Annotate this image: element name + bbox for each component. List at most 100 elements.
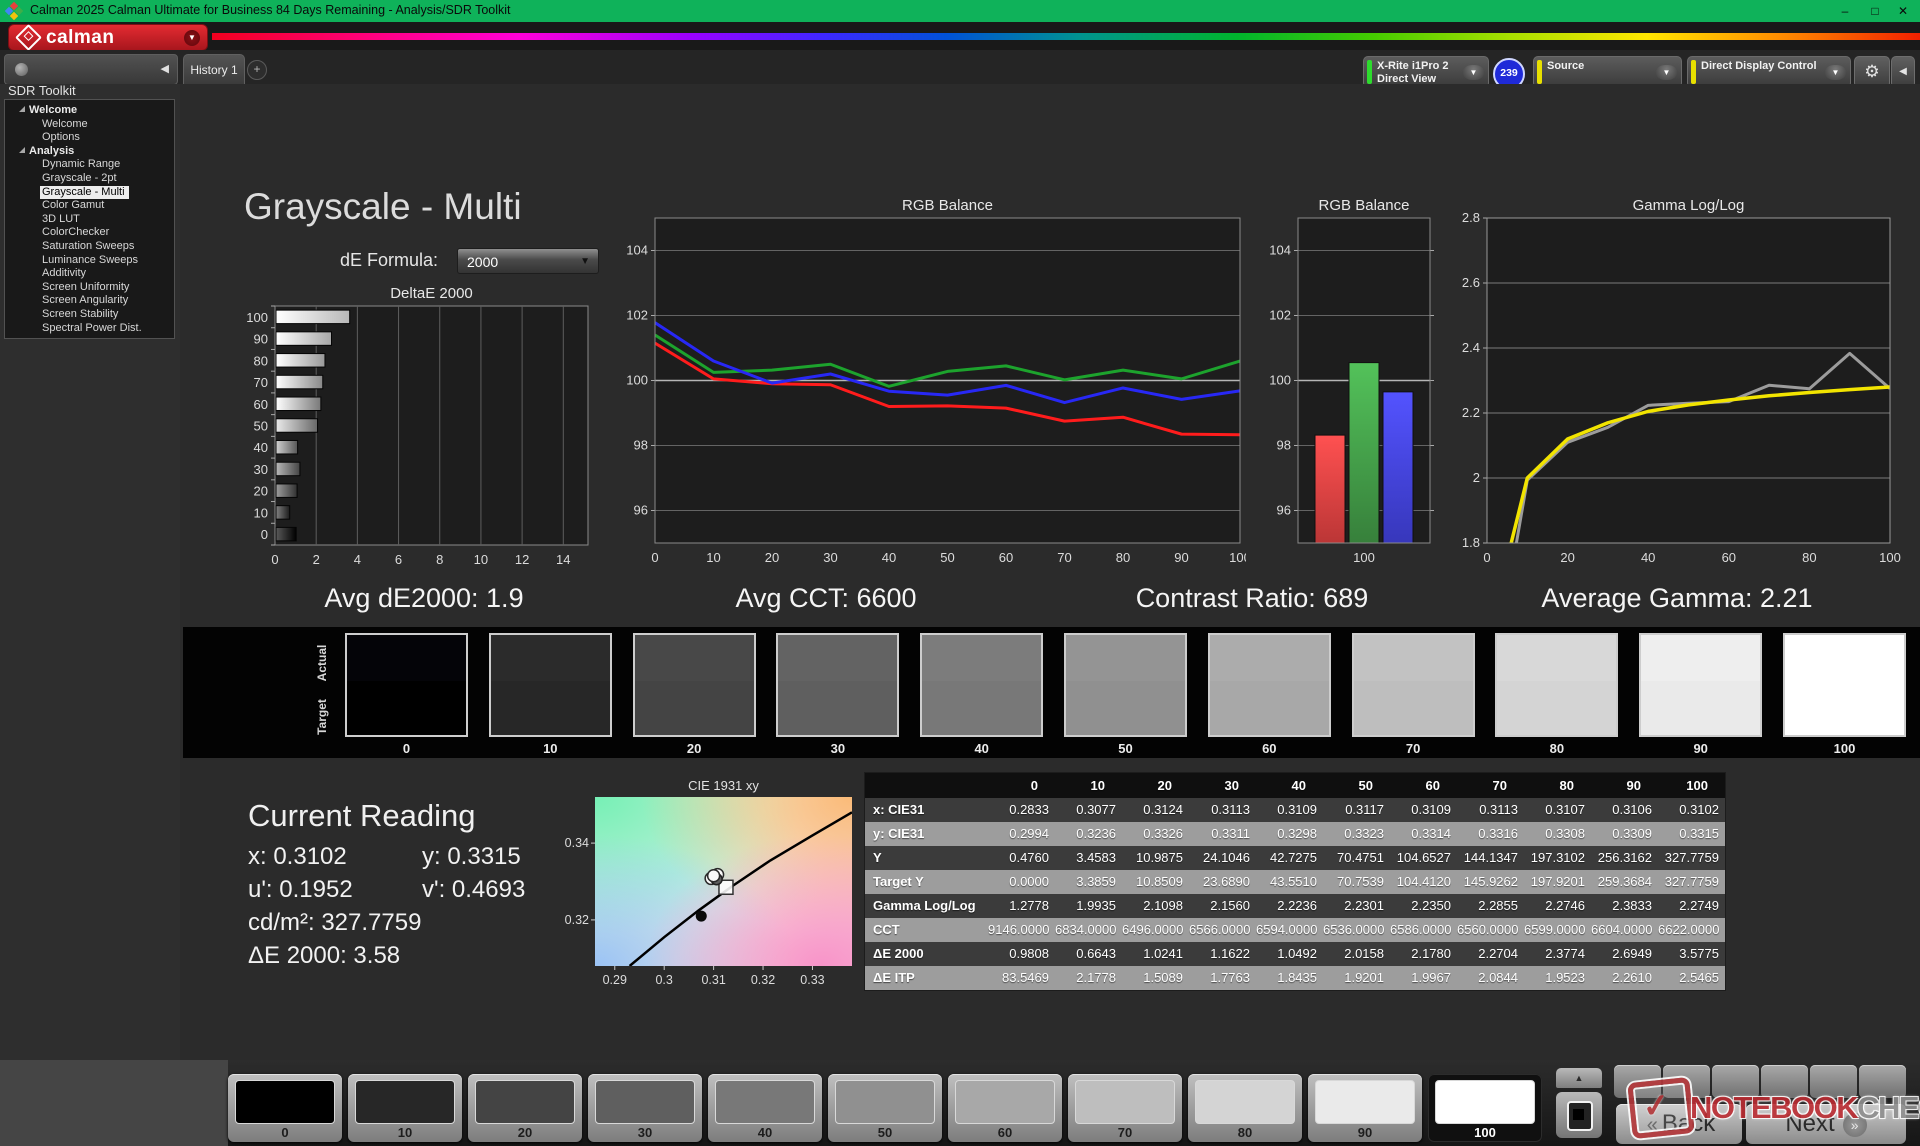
table-cell: 43.5510 xyxy=(1256,870,1323,894)
sidebar-item-dynamic-range[interactable]: Dynamic Range xyxy=(5,158,174,172)
sidebar-item-welcome[interactable]: Welcome xyxy=(5,118,174,132)
svg-text:40: 40 xyxy=(882,550,896,565)
calman-menu-button[interactable]: calman ▼ xyxy=(8,24,208,51)
sidebar-item-welcome[interactable]: Welcome xyxy=(5,104,174,118)
patch-button-10[interactable]: 10 xyxy=(348,1074,462,1142)
patch-button-50[interactable]: 50 xyxy=(828,1074,942,1142)
sidebar-item-colorchecker[interactable]: ColorChecker xyxy=(5,226,174,240)
sidebar-item-3d-lut[interactable]: 3D LUT xyxy=(5,213,174,227)
aux-button-5[interactable] xyxy=(1810,1065,1857,1098)
sidebar-item-color-gamut[interactable]: Color Gamut xyxy=(5,199,174,213)
table-cell: 0.3113 xyxy=(1457,798,1524,822)
patch-button-30[interactable]: 30 xyxy=(588,1074,702,1142)
sidebar-item-screen-angularity[interactable]: Screen Angularity xyxy=(5,294,174,308)
back-button[interactable]: «Back xyxy=(1616,1104,1742,1144)
de-formula-select[interactable]: 2000 ▼ xyxy=(457,248,599,274)
sidebar-item-options[interactable]: Options xyxy=(5,131,174,145)
tree-expand-icon[interactable] xyxy=(19,147,25,153)
current-reading-title: Current Reading xyxy=(248,798,475,834)
calman-app-window: Calman 2025 Calman Ultimate for Business… xyxy=(0,0,1920,1146)
table-cell: 10.9875 xyxy=(1122,846,1189,870)
patch-button-70[interactable]: 70 xyxy=(1068,1074,1182,1142)
sidebar-header-panel[interactable]: ◀ xyxy=(4,54,178,85)
swatch-0 xyxy=(345,633,468,737)
swatch-label: 60 xyxy=(1208,741,1331,756)
sidebar-item-screen-uniformity[interactable]: Screen Uniformity xyxy=(5,281,174,295)
display-control-label: Direct Display Control xyxy=(1701,60,1817,72)
sidebar-item-saturation-sweeps[interactable]: Saturation Sweeps xyxy=(5,240,174,254)
table-col-header: 60 xyxy=(1390,773,1457,798)
svg-text:Gamma Log/Log: Gamma Log/Log xyxy=(1633,197,1745,214)
table-col-header: 0 xyxy=(988,773,1055,798)
sidebar-item-additivity[interactable]: Additivity xyxy=(5,267,174,281)
table-cell: 2.2236 xyxy=(1256,894,1323,918)
table-col-header: 100 xyxy=(1658,773,1725,798)
sidebar-item-grayscale-2pt[interactable]: Grayscale - 2pt xyxy=(5,172,174,186)
sidebar-item-screen-stability[interactable]: Screen Stability xyxy=(5,308,174,322)
swatch-label: 30 xyxy=(776,741,899,756)
gamma-loglog-chart: Gamma Log/Log1.822.22.42.62.802040608010… xyxy=(1440,196,1910,572)
stat-avg-cct: Avg CCT: 6600 xyxy=(735,583,916,614)
svg-text:30: 30 xyxy=(823,550,837,565)
table-cell: 0.3077 xyxy=(1055,798,1122,822)
patch-button-40[interactable]: 40 xyxy=(708,1074,822,1142)
table-cell: 197.9201 xyxy=(1524,870,1591,894)
table-cell: 0.3106 xyxy=(1591,798,1658,822)
svg-text:100: 100 xyxy=(626,373,648,388)
svg-text:60: 60 xyxy=(1722,550,1736,565)
table-cell: 0.9808 xyxy=(988,942,1055,966)
collapse-left-icon[interactable]: ◀ xyxy=(161,62,169,75)
table-row: ΔE 20000.98080.66431.02411.16221.04922.0… xyxy=(865,942,1725,966)
table-cell: 0.3311 xyxy=(1189,822,1256,846)
row-label: y: CIE31 xyxy=(865,822,988,846)
maximize-icon[interactable]: □ xyxy=(1862,2,1888,20)
add-tab-button[interactable]: + xyxy=(247,60,267,80)
window-pattern-button[interactable] xyxy=(1556,1092,1602,1138)
close-icon[interactable]: ✕ xyxy=(1890,2,1916,20)
svg-text:0: 0 xyxy=(271,552,278,567)
aux-button-3[interactable] xyxy=(1712,1065,1759,1098)
sidebar-item-analysis[interactable]: Analysis xyxy=(5,145,174,159)
chevron-down-icon: ▼ xyxy=(1825,65,1846,80)
tab-history-1[interactable]: History 1 xyxy=(183,54,245,85)
patch-button-100[interactable]: 100 xyxy=(1428,1074,1542,1142)
patch-button-0[interactable]: 0 xyxy=(228,1074,342,1142)
sidebar-item-spectral-power-dist[interactable]: Spectral Power Dist. xyxy=(5,322,174,336)
chevron-left-icon: « xyxy=(1647,1114,1658,1136)
tree-expand-icon[interactable] xyxy=(19,106,25,112)
table-cell: 0.3109 xyxy=(1390,798,1457,822)
table-cell: 0.3107 xyxy=(1524,798,1591,822)
svg-text:10: 10 xyxy=(254,505,268,520)
calman-wordmark: calman xyxy=(46,27,114,49)
svg-text:2: 2 xyxy=(313,552,320,567)
chevron-down-icon: ▼ xyxy=(184,30,200,46)
table-cell: 2.2749 xyxy=(1658,894,1725,918)
source-label: Source xyxy=(1547,60,1584,72)
patch-button-80[interactable]: 80 xyxy=(1188,1074,1302,1142)
minimize-icon[interactable]: – xyxy=(1832,2,1858,20)
aux-button-6[interactable] xyxy=(1859,1065,1906,1098)
table-cell: 0.3308 xyxy=(1524,822,1591,846)
table-cell: 2.2350 xyxy=(1390,894,1457,918)
reading-v-prime: v': 0.4693 xyxy=(422,876,525,904)
table-cell: 0.3309 xyxy=(1591,822,1658,846)
table-cell: 10.8509 xyxy=(1122,870,1189,894)
aux-button-2[interactable] xyxy=(1663,1065,1710,1098)
patch-button-60[interactable]: 60 xyxy=(948,1074,1062,1142)
table-cell: 327.7759 xyxy=(1658,846,1725,870)
tray-collapse-button[interactable]: ▲ xyxy=(1556,1068,1602,1088)
swatch-label: 100 xyxy=(1783,741,1906,756)
table-cell: 256.3162 xyxy=(1591,846,1658,870)
patch-button-20[interactable]: 20 xyxy=(468,1074,582,1142)
next-button[interactable]: Next» xyxy=(1746,1104,1906,1144)
table-cell: 2.1778 xyxy=(1055,966,1122,990)
target-row-label: Target xyxy=(315,691,329,743)
sidebar-item-luminance-sweeps[interactable]: Luminance Sweeps xyxy=(5,254,174,268)
patch-button-90[interactable]: 90 xyxy=(1308,1074,1422,1142)
sidebar-item-grayscale-multi[interactable]: Grayscale - Multi xyxy=(5,186,174,200)
aux-button-1[interactable] xyxy=(1614,1065,1661,1098)
svg-text:2.8: 2.8 xyxy=(1462,210,1480,225)
table-cell: 2.0158 xyxy=(1323,942,1390,966)
aux-button-4[interactable] xyxy=(1761,1065,1808,1098)
table-cell: 1.9201 xyxy=(1323,966,1390,990)
